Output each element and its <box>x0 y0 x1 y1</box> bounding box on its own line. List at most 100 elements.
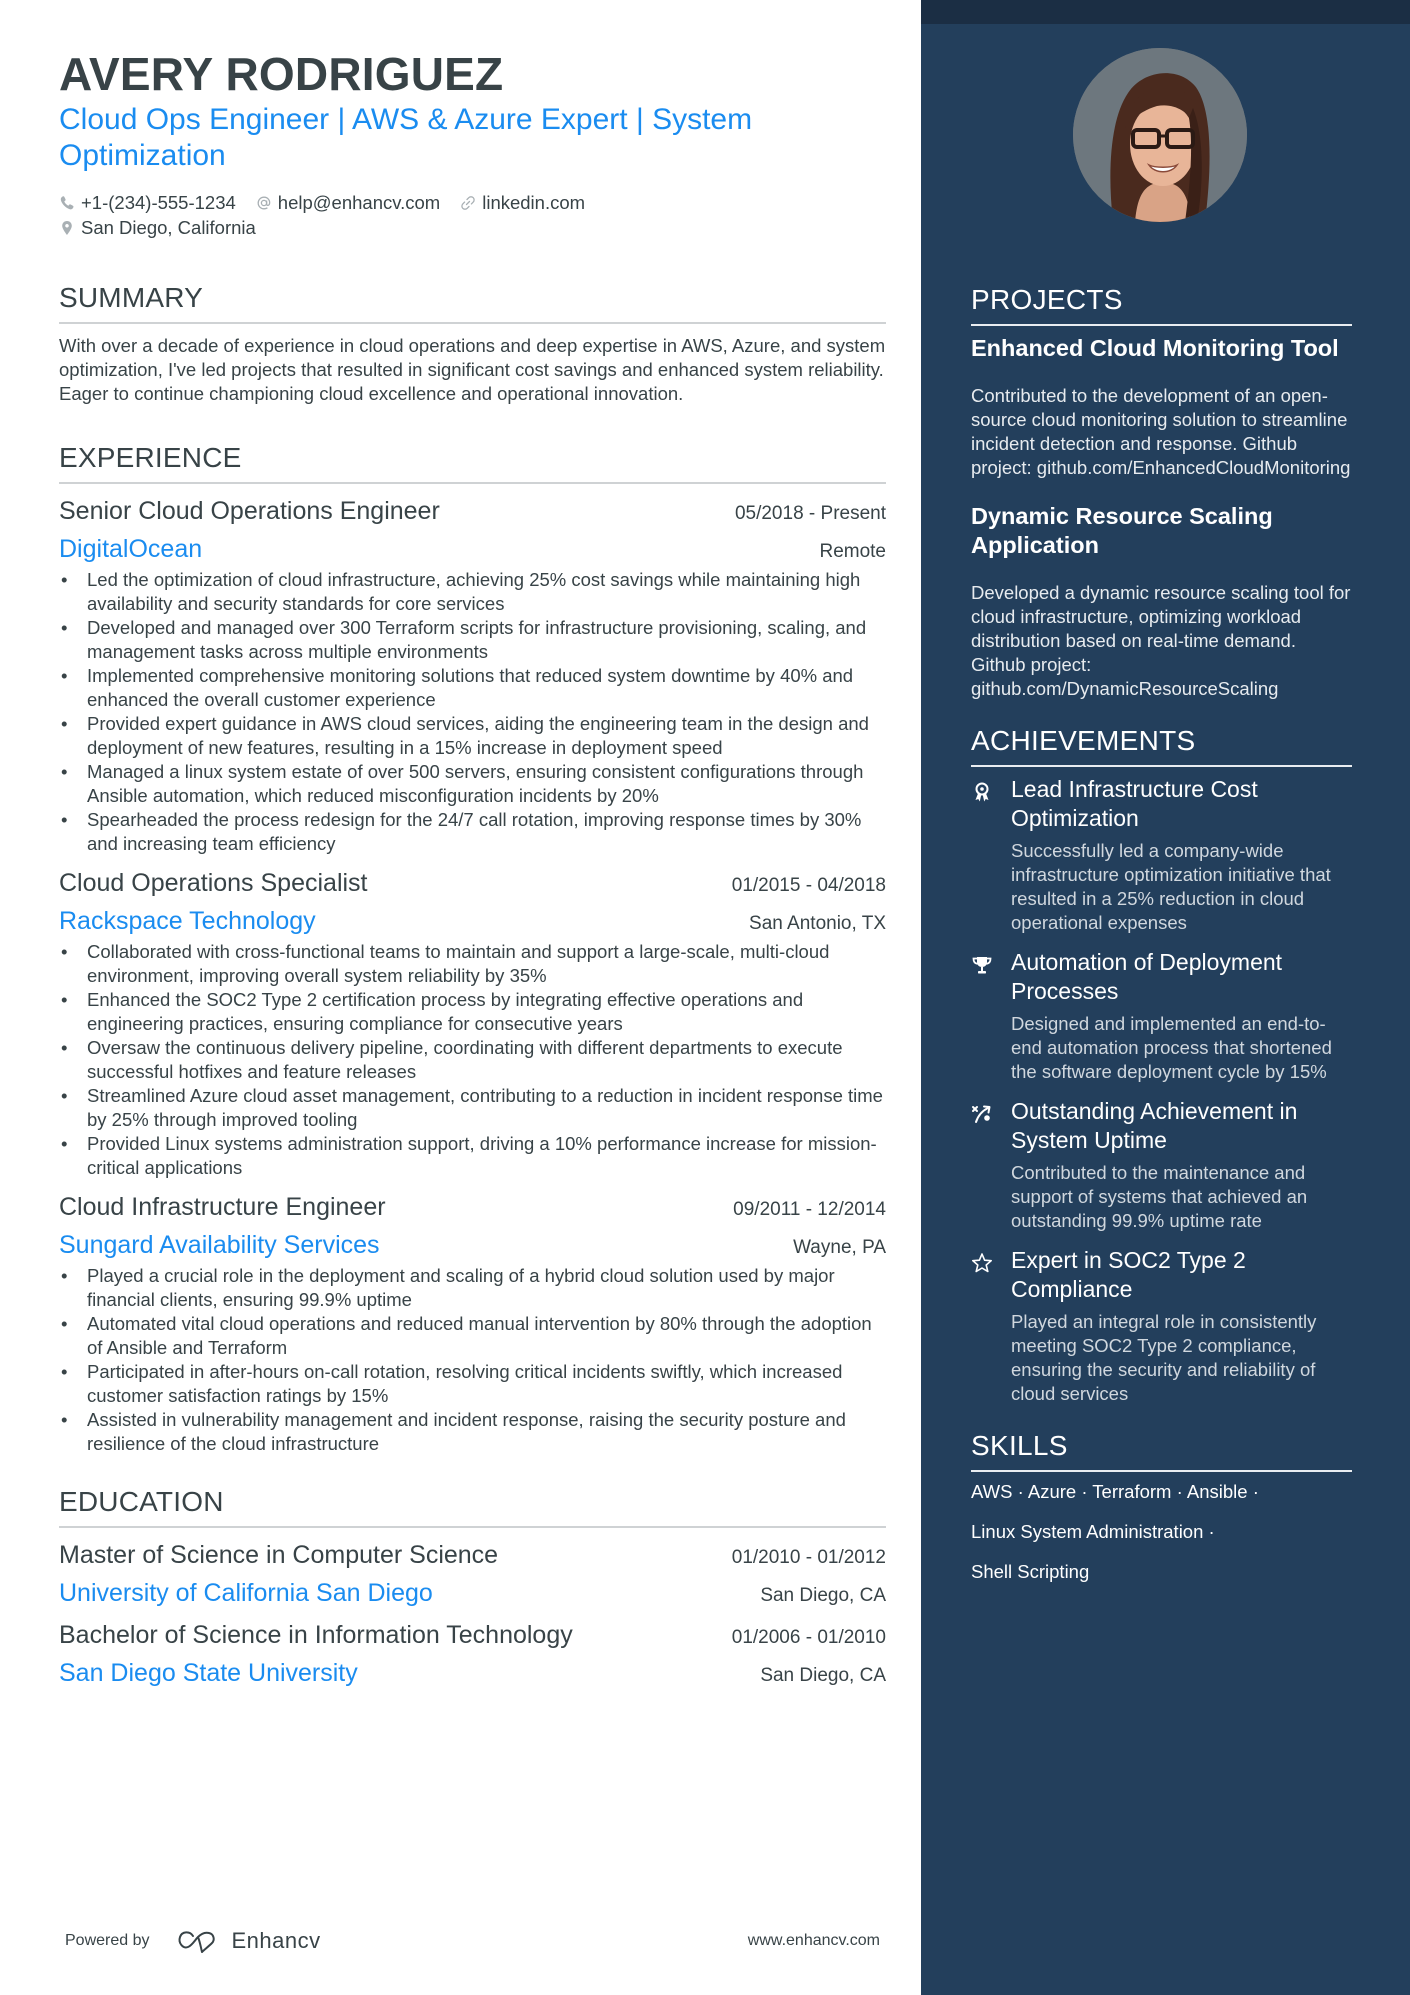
project-title: Enhanced Cloud Monitoring Tool <box>971 335 1339 361</box>
education-dates: 01/2010 - 01/2012 <box>731 1547 886 1568</box>
achievements-section: ACHIEVEMENTS Lead Infrastructure Cost Op… <box>971 723 1352 1406</box>
bullet-item: Managed a linux system estate of over 50… <box>59 760 886 808</box>
at-sign-icon <box>257 196 271 209</box>
enhancv-brand-text: Enhancv <box>231 1928 321 1953</box>
job-dates: 01/2015 - 04/2018 <box>731 875 886 896</box>
bullet-item: Spearheaded the process redesign for the… <box>59 808 886 856</box>
job-dates: 05/2018 - Present <box>734 503 886 524</box>
job-location: San Antonio, TX <box>749 913 886 934</box>
achievement-entry: Expert in SOC2 Type 2 Compliance Played … <box>971 1246 1352 1406</box>
job-bullets: Played a crucial role in the deployment … <box>59 1264 886 1456</box>
skills-list: AWS · Azure · Terraform · Ansible · Linu… <box>971 1480 1352 1584</box>
powered-by-label: Powered by <box>65 1932 150 1949</box>
contact-phone[interactable]: +1-(234)-555-1234 <box>59 190 236 215</box>
education-entry: Bachelor of Science in Information Techn… <box>59 1618 886 1690</box>
achievement-title: Outstanding Achievement in System Uptime <box>1011 1098 1298 1153</box>
experience-entry: Cloud Operations Specialist 01/2015 - 04… <box>59 866 886 1180</box>
resume-header: AVERY RODRIGUEZ Cloud Ops Engineer | AWS… <box>59 46 886 240</box>
profile-photo-image <box>1073 48 1247 222</box>
job-title: Cloud Operations Specialist <box>59 869 368 897</box>
company-name: Rackspace Technology <box>59 907 316 935</box>
email-text: help@enhancv.com <box>277 192 441 213</box>
enhancv-logo-icon <box>178 1931 215 1953</box>
job-title: Senior Cloud Operations Engineer <box>59 497 440 525</box>
degree-name: Bachelor of Science in Information Techn… <box>59 1621 573 1649</box>
bullet-item: Provided expert guidance in AWS cloud se… <box>59 712 886 760</box>
achievement-title: Expert in SOC2 Type 2 Compliance <box>1011 1247 1246 1302</box>
company-name: Sungard Availability Services <box>59 1231 380 1259</box>
project-description: Contributed to the development of an ope… <box>971 385 1351 478</box>
website-link[interactable]: www.enhancv.com <box>748 1932 880 1950</box>
main-content: AVERY RODRIGUEZ Cloud Ops Engineer | AWS… <box>59 46 886 1698</box>
bullet-item: Enhanced the SOC2 Type 2 certification p… <box>59 988 886 1036</box>
achievement-description: Contributed to the maintenance and suppo… <box>1011 1162 1308 1231</box>
sidebar-top-strip <box>921 0 1410 24</box>
project-title: Dynamic Resource Scaling Application <box>971 503 1273 558</box>
achievements-heading: ACHIEVEMENTS <box>971 725 1196 756</box>
powered-by: Powered by Enhancv <box>65 1928 321 1954</box>
bullet-item: Implemented comprehensive monitoring sol… <box>59 664 886 712</box>
summary-section: SUMMARY With over a decade of experience… <box>59 280 886 406</box>
phone-text: +1-(234)-555-1234 <box>81 192 236 213</box>
page-footer: Powered by Enhancv www.enhancv.com <box>65 1928 880 1954</box>
job-title: Cloud Infrastructure Engineer <box>59 1193 386 1221</box>
experience-section: EXPERIENCE Senior Cloud Operations Engin… <box>59 440 886 1456</box>
skills-heading: SKILLS <box>971 1430 1068 1461</box>
achievement-description: Designed and implemented an end-to-end a… <box>1011 1013 1332 1082</box>
achievement-title: Automation of Deployment Processes <box>1011 949 1283 1004</box>
section-divider <box>59 322 886 324</box>
link-text: linkedin.com <box>482 192 586 213</box>
achievement-title: Lead Infrastructure Cost Optimization <box>1011 776 1258 831</box>
profile-photo <box>1073 48 1247 222</box>
bullet-item: Collaborated with cross-functional teams… <box>59 940 886 988</box>
main-column: AVERY RODRIGUEZ Cloud Ops Engineer | AWS… <box>0 0 921 1995</box>
enhancv-logo[interactable]: Enhancv <box>176 1928 321 1954</box>
strategy-arrow-icon <box>972 1105 991 1123</box>
project-entry: Dynamic Resource Scaling Application Dev… <box>971 502 1352 701</box>
candidate-headline: Cloud Ops Engineer | AWS & Azure Expert … <box>59 103 753 172</box>
experience-entry: Senior Cloud Operations Engineer 05/2018… <box>59 494 886 856</box>
bullet-item: Provided Linux systems administration su… <box>59 1132 886 1180</box>
school-name: San Diego State University <box>59 1659 358 1687</box>
phone-icon <box>60 195 74 209</box>
achievement-description: Played an integral role in consistently … <box>1011 1311 1317 1404</box>
star-outline-icon <box>972 1253 992 1273</box>
education-dates: 01/2006 - 01/2010 <box>731 1627 886 1648</box>
summary-text: With over a decade of experience in clou… <box>59 335 886 404</box>
contact-link[interactable]: linkedin.com <box>460 190 585 215</box>
bullet-item: Participated in after-hours on-call rota… <box>59 1360 886 1408</box>
bullet-item: Streamlined Azure cloud asset management… <box>59 1084 886 1132</box>
education-heading: EDUCATION <box>59 1486 224 1517</box>
trophy-icon <box>972 957 992 974</box>
experience-entry: Cloud Infrastructure Engineer 09/2011 - … <box>59 1190 886 1456</box>
skill-line: Shell Scripting <box>971 1561 1090 1582</box>
school-location: San Diego, CA <box>760 1585 886 1606</box>
section-divider <box>59 1526 886 1528</box>
company-name: DigitalOcean <box>59 535 203 563</box>
award-ribbon-icon <box>975 782 989 802</box>
bullet-item: Automated vital cloud operations and red… <box>59 1312 886 1360</box>
projects-heading: PROJECTS <box>971 284 1123 315</box>
project-description: Developed a dynamic resource scaling too… <box>971 582 1351 699</box>
contact-email[interactable]: help@enhancv.com <box>256 190 440 215</box>
job-bullets: Led the optimization of cloud infrastruc… <box>59 568 886 856</box>
bullet-item: Led the optimization of cloud infrastruc… <box>59 568 886 616</box>
summary-heading: SUMMARY <box>59 282 204 313</box>
section-divider <box>971 765 1352 767</box>
skills-section: SKILLS AWS · Azure · Terraform · Ansible… <box>971 1428 1352 1584</box>
achievement-description: Successfully led a company-wide infrastr… <box>1011 840 1331 933</box>
experience-heading: EXPERIENCE <box>59 442 242 473</box>
contact-row-1: +1-(234)-555-1234 help@enhancv.com linke… <box>59 190 886 215</box>
contact-info: +1-(234)-555-1234 help@enhancv.com linke… <box>59 190 886 240</box>
section-divider <box>59 482 886 484</box>
bullet-item: Oversaw the continuous delivery pipeline… <box>59 1036 886 1084</box>
school-name: University of California San Diego <box>59 1579 433 1607</box>
education-entry: Master of Science in Computer Science 01… <box>59 1538 886 1610</box>
sidebar: PROJECTS Enhanced Cloud Monitoring Tool … <box>921 0 1410 1995</box>
contact-location: San Diego, California <box>59 215 256 240</box>
section-divider <box>971 1470 1352 1472</box>
link-icon <box>461 195 475 210</box>
job-bullets: Collaborated with cross-functional teams… <box>59 940 886 1180</box>
job-location: Remote <box>819 541 886 562</box>
bullet-item: Assisted in vulnerability management and… <box>59 1408 886 1456</box>
